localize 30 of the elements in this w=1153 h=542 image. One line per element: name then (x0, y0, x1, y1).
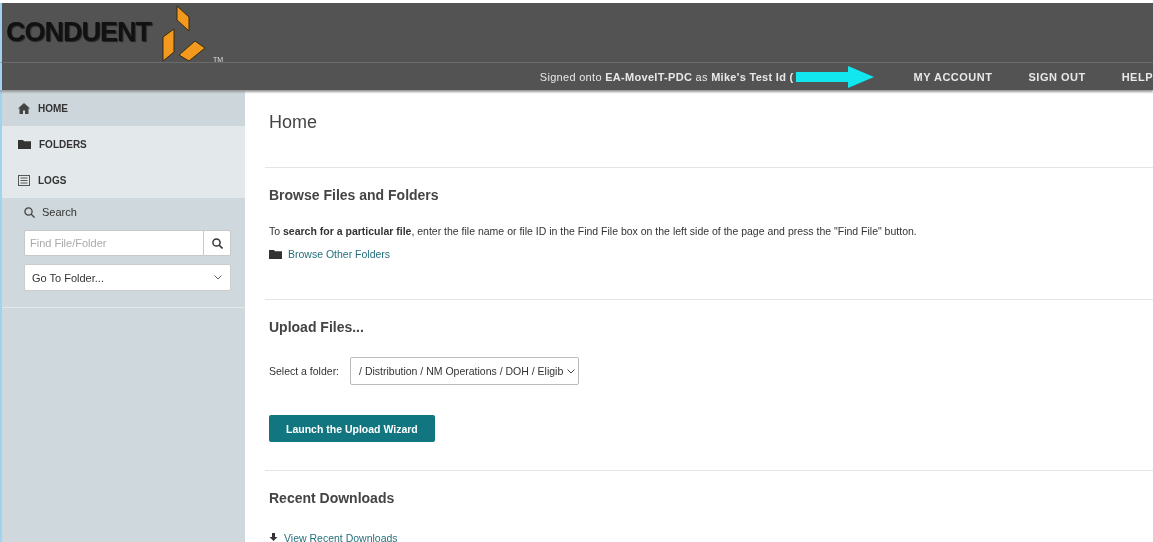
section-heading: Upload Files... (269, 319, 365, 335)
chevron-icon (567, 368, 576, 374)
list-icon (18, 174, 30, 186)
folder-select[interactable]: / Distribution / NM Operations / DOH / Eligib (350, 357, 580, 385)
field-label: Select a folder: (269, 365, 340, 377)
search-field[interactable]: Find File/Folder (24, 230, 203, 256)
upload-wizard-button[interactable]: Launch the Upload Wizard (269, 415, 435, 442)
browse-link[interactable]: Browse Other Folders (269, 248, 391, 260)
chevron-icon (214, 275, 222, 280)
logo-text: CONDUENT (6, 17, 151, 48)
search-icon (211, 237, 223, 249)
search-title: Search (42, 206, 77, 218)
section-heading: Recent Downloads (269, 490, 396, 506)
nav-link[interactable]: HELP (1121, 70, 1153, 83)
nav-link[interactable]: MY ACCOUNT (913, 70, 993, 83)
downloads-link[interactable]: View Recent Downloads (269, 532, 398, 542)
folder-icon (18, 139, 31, 149)
signed-on-text: Signed onto EA-MoveIT-PDC as Mike's Test Id ( (539, 70, 794, 83)
nav-link[interactable]: SIGN OUT (1028, 70, 1086, 83)
sidebar-item[interactable]: LOGS (2, 162, 245, 198)
folder-dropdown[interactable]: Go To Folder... (24, 264, 231, 291)
search-button[interactable] (203, 230, 231, 256)
folder-icon (269, 249, 282, 259)
page-title: Home (269, 112, 318, 134)
home-icon (18, 102, 30, 114)
section-heading: Browse Files and Folders (269, 187, 440, 203)
search-icon (24, 206, 35, 218)
instruction-text: To search for a particular file, enter the file name or file ID in the Find File box on the left side of the page and press the "Find File" button. (269, 225, 918, 237)
sidebar-item[interactable]: FOLDERS (2, 126, 245, 162)
download-icon (269, 533, 278, 542)
